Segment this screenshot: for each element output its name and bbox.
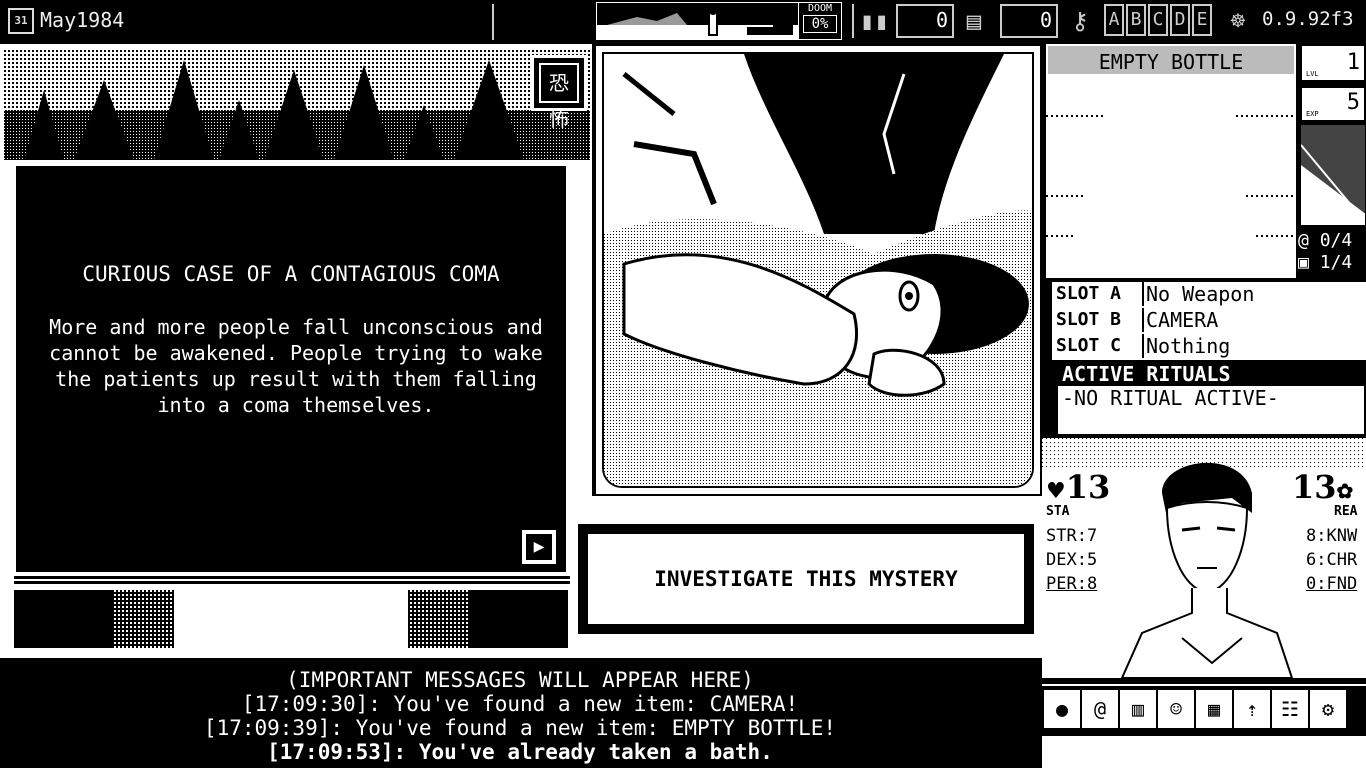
current-date: May1984 <box>40 8 125 32</box>
message-latest: [17:09:53]: You've already taken a bath. <box>267 740 773 764</box>
stats-icon[interactable]: ▥ <box>1120 690 1156 728</box>
character-panel: ♥13 STA 13✿ REA STR:7 DEX:5 PER:8 8:KNW … <box>1042 438 1366 679</box>
slot-c-key: SLOT C <box>1056 334 1144 358</box>
funds-counter: 0 <box>1000 4 1058 38</box>
slot-a-key: SLOT A <box>1056 282 1144 306</box>
active-rituals-panel: ACTIVE RITUALS -NO RITUAL ACTIVE- <box>1056 360 1366 436</box>
spiral-icon[interactable]: @ <box>1082 690 1118 728</box>
case-rail <box>14 576 570 584</box>
case-type-icon[interactable]: 恐怖 <box>531 55 587 131</box>
knw-stat[interactable]: 8:KNW <box>1306 526 1357 546</box>
stamina-value: ♥13 <box>1046 468 1110 506</box>
calendar-icon: 31 <box>8 8 34 34</box>
exp-value: 5 <box>1346 90 1360 115</box>
next-page-button[interactable]: ▶ <box>520 528 558 566</box>
slot-c-value: Nothing <box>1146 334 1231 358</box>
spiral-count: 0/4 <box>1319 230 1353 251</box>
slot-a[interactable]: SLOT A No Weapon <box>1052 282 1366 306</box>
investigate-label: INVESTIGATE THIS MYSTERY <box>586 532 1026 626</box>
equipment-slots: SLOT A No Weapon SLOT B CAMERA SLOT C No… <box>1052 282 1366 360</box>
level-value: 1 <box>1346 50 1360 75</box>
per-stat[interactable]: PER:8 <box>1046 574 1097 594</box>
message-log: (IMPORTANT MESSAGES WILL APPEAR HERE) [1… <box>0 668 1040 764</box>
level-up-icon[interactable]: ⇡ <box>1234 690 1270 728</box>
stamina-number: 13 <box>1065 468 1111 506</box>
investigate-button[interactable]: INVESTIGATE THIS MYSTERY <box>578 524 1034 634</box>
letter-e[interactable]: E <box>1192 4 1212 36</box>
slot-c[interactable]: SLOT C Nothing <box>1052 334 1366 358</box>
slot-b-value: CAMERA <box>1146 308 1219 332</box>
letter-d[interactable]: D <box>1170 4 1190 36</box>
inventory-icon[interactable]: ▦ <box>1196 690 1232 728</box>
settings-icon[interactable]: ⚙ <box>1310 690 1346 728</box>
slot-a-value: No Weapon <box>1146 282 1255 306</box>
case-count: 1/4 <box>1319 252 1353 273</box>
slot-b[interactable]: SLOT B CAMERA <box>1052 308 1366 332</box>
stamina-label: STA <box>1046 504 1070 519</box>
selected-item-name: EMPTY BOTTLE <box>1046 44 1296 76</box>
case-description: More and more people fall unconscious an… <box>49 315 543 417</box>
key-icon[interactable]: ⚷ <box>1066 6 1094 36</box>
level-label: LVL <box>1306 70 1319 78</box>
journal-icon[interactable]: ☷ <box>1272 690 1308 728</box>
level-box: LVL 1 <box>1300 44 1366 82</box>
mystery-letters: A B C D E <box>1104 4 1212 38</box>
message-line: [17:09:39]: You've found a new item: EMP… <box>203 716 837 740</box>
case-type-glyph: 恐怖 <box>539 63 579 131</box>
case-progress-bar <box>12 588 570 650</box>
doom-value: 0% <box>803 15 837 33</box>
rituals-header: ACTIVE RITUALS <box>1058 362 1364 386</box>
top-divider-2 <box>852 4 854 38</box>
version-label: 0.9.92f3 <box>1262 8 1354 30</box>
character-icon[interactable]: ☺ <box>1158 690 1194 728</box>
chr-stat[interactable]: 6:CHR <box>1306 550 1357 570</box>
briefcase-icon: ▣ <box>1298 252 1309 273</box>
forest-banner <box>4 50 590 160</box>
fnd-stat[interactable]: 0:FND <box>1306 574 1357 594</box>
top-divider <box>492 4 494 40</box>
message-line: [17:09:30]: You've found a new item: CAM… <box>241 692 799 716</box>
case-title: CURIOUS CASE OF A CONTAGIOUS COMA <box>82 262 500 286</box>
bottom-bar <box>1042 736 1366 768</box>
reason-label: REA <box>1334 504 1358 519</box>
item-display <box>1046 76 1296 278</box>
message-header: (IMPORTANT MESSAGES WILL APPEAR HERE) <box>286 668 754 692</box>
menu-toolbar: ● @ ▥ ☺ ▦ ⇡ ☷ ⚙ <box>1042 684 1366 732</box>
location-thumbnail[interactable] <box>1300 124 1366 226</box>
heart-icon: ♥ <box>1046 478 1066 504</box>
slot-b-key: SLOT B <box>1056 308 1144 332</box>
experience-box: EXP 5 <box>1300 86 1366 122</box>
spiral-counter: @ 0/4 <box>1298 230 1352 251</box>
reason-value: 13✿ <box>1292 468 1353 506</box>
dex-stat[interactable]: DEX:5 <box>1046 550 1097 570</box>
letter-c[interactable]: C <box>1148 4 1168 36</box>
doom-label: DOOM <box>807 3 833 14</box>
top-bar: 31 May1984 DOOM 0% ▮▮ 0 ▤ 0 ⚷ A B C D E … <box>0 0 1366 42</box>
play-icon: ▶ <box>526 534 552 560</box>
letter-b[interactable]: B <box>1126 4 1146 36</box>
spiral-icon: @ <box>1298 230 1309 251</box>
ammo-icon[interactable]: ▮▮ <box>860 6 889 36</box>
letter-a[interactable]: A <box>1104 4 1124 36</box>
old-god-icon[interactable]: ● <box>1044 690 1080 728</box>
case-counter: ▣ 1/4 <box>1298 252 1352 273</box>
rituals-status: -NO RITUAL ACTIVE- <box>1062 386 1279 410</box>
old-god-icon[interactable]: ☸ <box>1224 6 1252 36</box>
str-stat[interactable]: STR:7 <box>1046 526 1097 546</box>
doom-meter: DOOM 0% <box>798 2 842 40</box>
exp-label: EXP <box>1306 110 1319 118</box>
ammo-counter: 0 <box>896 4 954 38</box>
funds-icon[interactable]: ▤ <box>960 6 988 36</box>
brain-icon: ✿ <box>1336 479 1354 503</box>
reason-number: 13 <box>1292 468 1337 506</box>
scene-illustration <box>594 44 1042 496</box>
